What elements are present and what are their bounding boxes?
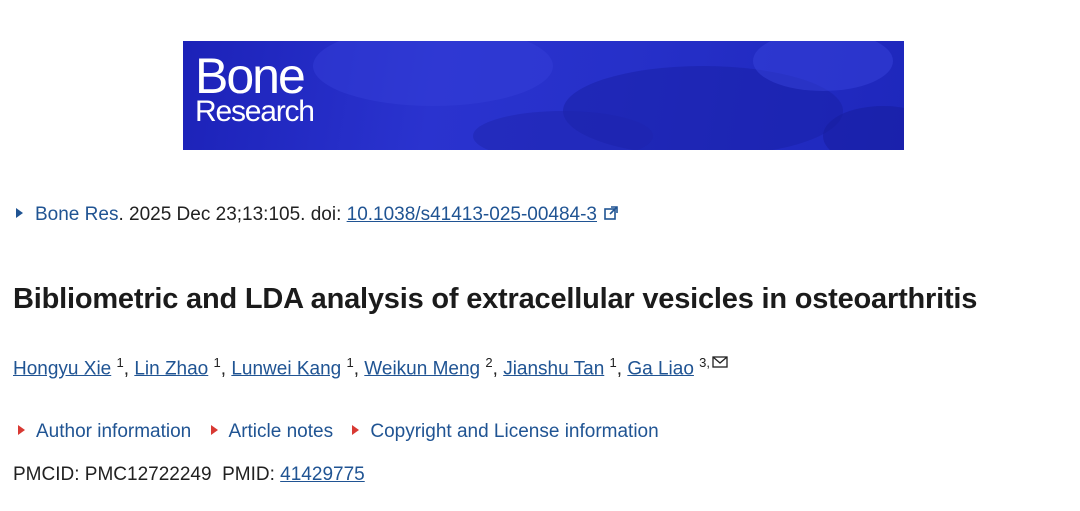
author-link[interactable]: Lin Zhao	[134, 358, 208, 379]
journal-link[interactable]: Bone Res	[35, 204, 118, 225]
pmid-link[interactable]: 41429775	[280, 464, 365, 485]
expand-triangle-icon	[352, 425, 360, 435]
affiliation-number: 1	[116, 355, 124, 370]
article-disclosures: Author information Article notes Copyrig…	[18, 421, 673, 443]
logo-line-research: Research	[195, 95, 315, 128]
pmcid-text: PMCID: PMC12722249	[13, 464, 212, 485]
affiliation-number: 1	[346, 355, 354, 370]
external-link-icon[interactable]	[603, 205, 619, 221]
pmid-label: PMID:	[222, 464, 281, 485]
disclosure-label: Author information	[36, 421, 192, 442]
disclosure-label: Article notes	[228, 421, 334, 442]
journal-logo: Bone Research	[195, 48, 315, 128]
author-link[interactable]: Weikun Meng	[364, 358, 480, 379]
expand-triangle-icon	[210, 425, 218, 435]
doi-link[interactable]: 10.1038/s41413-025-00484-3	[347, 204, 597, 225]
article-notes-toggle[interactable]: Article notes	[210, 421, 334, 443]
mail-icon[interactable]	[712, 356, 728, 368]
author-information-toggle[interactable]: Author information	[18, 421, 191, 443]
author-link[interactable]: Ga Liao	[627, 358, 694, 379]
affiliation-number: 2	[485, 355, 493, 370]
journal-banner[interactable]: Bone Research	[183, 41, 904, 150]
author-link[interactable]: Hongyu Xie	[13, 358, 111, 379]
author-link[interactable]: Jianshu Tan	[503, 358, 604, 379]
disclosure-label: Copyright and License information	[370, 421, 659, 442]
author-link[interactable]: Lunwei Kang	[231, 358, 341, 379]
citation-line: Bone Res. 2025 Dec 23;13:105. doi: 10.10…	[16, 204, 619, 226]
author-list: Hongyu Xie 1, Lin Zhao 1, Lunwei Kang 1,…	[13, 355, 728, 380]
copyright-license-toggle[interactable]: Copyright and License information	[352, 421, 659, 443]
expand-triangle-icon[interactable]	[16, 208, 23, 218]
article-title: Bibliometric and LDA analysis of extrace…	[13, 283, 978, 315]
expand-triangle-icon	[18, 425, 25, 435]
logo-line-bone: Bone	[195, 48, 306, 104]
affiliation-number: 3,	[699, 355, 711, 370]
affiliation-number: 1	[609, 355, 617, 370]
affiliation-number: 1	[213, 355, 221, 370]
article-identifiers: PMCID: PMC12722249 PMID: 41429775	[13, 464, 365, 486]
citation-details: . 2025 Dec 23;13:105. doi:	[118, 204, 347, 225]
